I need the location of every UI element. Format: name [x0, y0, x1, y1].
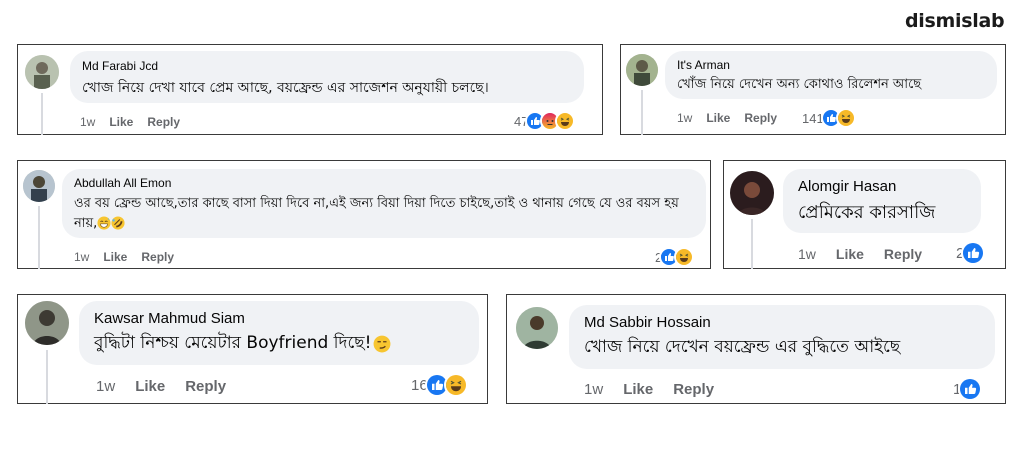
timestamp[interactable]: 1w	[677, 111, 692, 125]
comment-actions: 1w Like Reply	[96, 378, 240, 395]
timestamp[interactable]: 1w	[74, 250, 89, 264]
comment-card: It's Arman খোঁজ নিয়ে দেখেন অন্য কোথাও র…	[620, 44, 1006, 135]
reaction-summary[interactable]: 47	[514, 111, 576, 131]
avatar[interactable]	[730, 171, 774, 215]
reaction-summary[interactable]: 1	[953, 377, 983, 401]
reply-button[interactable]: Reply	[147, 115, 180, 129]
avatar[interactable]	[25, 55, 59, 89]
comment-text: খোজ নিয়ে দেখেন বয়ফ্রেন্ড এর বুদ্ধিতে আ…	[584, 337, 901, 357]
comment-bubble: Kawsar Mahmud Siam বুদ্ধিটা নিশ্চয় মেয়…	[79, 301, 479, 365]
thread-line	[641, 90, 643, 135]
reply-button[interactable]: Reply	[884, 246, 922, 262]
commenter-name[interactable]: Alomgir Hasan	[798, 178, 966, 195]
avatar[interactable]	[626, 54, 658, 86]
comment-text: বুদ্ধিটা নিশ্চয় মেয়েটার Boyfriend দিছে…	[94, 333, 372, 353]
comment-text: প্রেমিকের কারসাজি	[798, 202, 936, 223]
commenter-name[interactable]: Md Farabi Jcd	[82, 59, 572, 73]
avatar[interactable]	[23, 170, 55, 202]
like-button[interactable]: Like	[103, 250, 127, 264]
commenter-name[interactable]: Kawsar Mahmud Siam	[94, 310, 464, 327]
comment-text: খোঁজ নিয়ে দেখেন অন্য কোথাও রিলেশন আছে	[677, 77, 922, 92]
grin-sweat-emoji	[97, 216, 111, 230]
like-button[interactable]: Like	[623, 381, 653, 398]
smirk-emoji	[373, 335, 391, 353]
comment-bubble: Md Sabbir Hossain খোজ নিয়ে দেখেন বয়ফ্র…	[569, 305, 995, 369]
reaction-summary[interactable]: 2	[956, 241, 986, 265]
commenter-name[interactable]: It's Arman	[677, 58, 985, 72]
comment-card: Alomgir Hasan প্রেমিকের কারসাজি 1w Like Re…	[723, 160, 1006, 269]
comment-actions: 1w Like Reply	[584, 381, 728, 398]
reply-button[interactable]: Reply	[673, 381, 714, 398]
like-button[interactable]: Like	[135, 378, 165, 395]
thread-line	[41, 93, 43, 135]
comment-card: Abdullah All Emon ওর বয় ফ্রেন্ড আছে,তার…	[17, 160, 711, 269]
comment-actions: 1w Like Reply	[80, 115, 194, 129]
comment-body: ওর বয় ফ্রেন্ড আছে,তার কাছে বাসা দিয়া দ…	[74, 193, 694, 233]
thread-line	[38, 206, 40, 269]
comment-card: Md Sabbir Hossain খোজ নিয়ে দেখেন বয়ফ্র…	[506, 294, 1006, 404]
like-button[interactable]: Like	[836, 246, 864, 262]
timestamp[interactable]: 1w	[96, 378, 115, 395]
thread-line	[46, 350, 48, 404]
like-button[interactable]: Like	[706, 111, 730, 125]
comment-body: বুদ্ধিটা নিশ্চয় মেয়েটার Boyfriend দিছে…	[94, 330, 464, 358]
like-button[interactable]: Like	[109, 115, 133, 129]
timestamp[interactable]: 1w	[798, 246, 816, 262]
comment-bubble: Md Farabi Jcd খোজ নিয়ে দেখা যাবে প্রেম …	[70, 51, 584, 103]
comment-actions: 1w Like Reply	[798, 246, 936, 262]
brand-logo: dismislab	[905, 10, 1005, 32]
reaction-summary[interactable]: 2	[655, 247, 695, 267]
comment-actions: 1w Like Reply	[74, 250, 188, 264]
reply-button[interactable]: Reply	[141, 250, 174, 264]
reaction-summary[interactable]: 16	[411, 373, 468, 397]
comment-text: ওর বয় ফ্রেন্ড আছে,তার কাছে বাসা দিয়া দ…	[74, 196, 679, 231]
like-icon	[958, 377, 983, 401]
comment-card: Kawsar Mahmud Siam বুদ্ধিটা নিশ্চয় মেয়…	[17, 294, 488, 404]
like-icon	[961, 241, 986, 265]
thread-line	[751, 219, 753, 269]
comment-actions: 1w Like Reply	[677, 111, 791, 125]
avatar[interactable]	[516, 307, 558, 349]
commenter-name[interactable]: Md Sabbir Hossain	[584, 314, 980, 331]
haha-icon	[555, 111, 576, 131]
rofl-emoji	[111, 216, 125, 230]
timestamp[interactable]: 1w	[584, 381, 603, 398]
commenter-name[interactable]: Abdullah All Emon	[74, 176, 694, 190]
timestamp[interactable]: 1w	[80, 115, 95, 129]
reaction-summary[interactable]: 141	[802, 108, 856, 128]
comment-bubble: Abdullah All Emon ওর বয় ফ্রেন্ড আছে,তার…	[62, 169, 706, 238]
reply-button[interactable]: Reply	[185, 378, 226, 395]
reply-button[interactable]: Reply	[744, 111, 777, 125]
comment-card: Md Farabi Jcd খোজ নিয়ে দেখা যাবে প্রেম …	[17, 44, 603, 135]
haha-icon	[674, 247, 695, 267]
comment-text: খোজ নিয়ে দেখা যাবে প্রেম আছে, বয়ফ্রেন্…	[82, 80, 489, 96]
comment-bubble: It's Arman খোঁজ নিয়ে দেখেন অন্য কোথাও র…	[665, 51, 997, 99]
avatar[interactable]	[25, 301, 69, 345]
haha-icon	[835, 108, 856, 128]
comment-bubble: Alomgir Hasan প্রেমিকের কারসাজি	[783, 169, 981, 233]
haha-icon	[443, 373, 468, 397]
